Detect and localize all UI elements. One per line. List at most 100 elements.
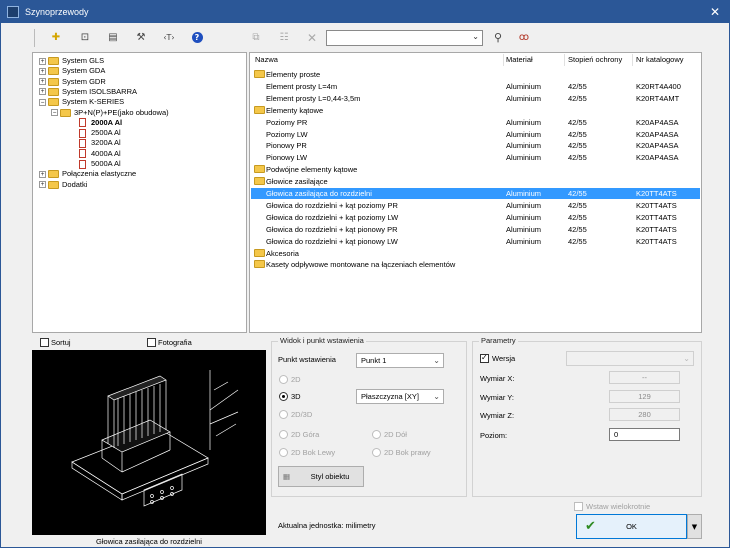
ok-dropdown-button[interactable]: ▼: [687, 514, 702, 539]
row-material: Aluminium: [506, 93, 542, 103]
expand-icon[interactable]: +: [39, 57, 46, 65]
tools-icon[interactable]: ⚒: [133, 30, 149, 46]
table-row[interactable]: Głowica zasilająca do rozdzielni Aluminiu…: [251, 188, 700, 199]
radio-2d-right[interactable]: [372, 448, 381, 457]
search-icon[interactable]: ⚲: [490, 30, 506, 46]
tree-item-label: 3200A Al: [91, 138, 121, 148]
tree-item[interactable]: + Połączenia elastyczne: [39, 169, 136, 179]
list-group-row[interactable]: Kasety odpływowe montowane na łączeniach…: [251, 259, 700, 270]
radio-3d[interactable]: [279, 392, 288, 401]
row-name: Akcesoria: [266, 248, 299, 258]
dim-y-label: Wymiar Y:: [480, 393, 514, 402]
list-group-row[interactable]: Elementy proste: [251, 69, 700, 80]
properties-icon[interactable]: ☷: [276, 30, 292, 46]
import-icon[interactable]: ⊡: [77, 30, 93, 46]
add-icon[interactable]: ✚: [48, 30, 64, 46]
catalog-tree[interactable]: + System GLS + System GDA + System GDR + System…: [32, 52, 247, 333]
collapse-icon[interactable]: −: [39, 98, 46, 106]
plane-select[interactable]: Płaszczyzna [XY] ⌄: [356, 389, 444, 404]
version-select[interactable]: ⌄: [566, 351, 694, 366]
radio-2d-left-label: 2D Bok Lewy: [291, 448, 336, 457]
copy-icon[interactable]: ⧉: [248, 30, 264, 46]
list-icon[interactable]: ▤: [105, 30, 121, 46]
dim-z-field[interactable]: 280: [609, 408, 680, 421]
table-row[interactable]: Głowica do rozdzielni + kąt pionowy PR Al…: [251, 224, 700, 235]
radio-2d-label: 2D: [291, 375, 301, 384]
table-row[interactable]: Poziomy PR Aluminium 42/55 K20AP4ASA: [251, 117, 700, 128]
plane-value: Płaszczyzna [XY]: [361, 392, 419, 401]
delete-icon[interactable]: ✕: [304, 30, 320, 46]
expand-icon[interactable]: +: [39, 67, 46, 75]
tree-item[interactable]: − 3P+N(P)+PE(jako obudowa): [51, 108, 169, 118]
radio-2d3d[interactable]: [279, 410, 288, 419]
column-header-catalog[interactable]: Nr katalogowy: [636, 53, 684, 67]
collapse-icon[interactable]: −: [51, 109, 58, 117]
tree-item[interactable]: 4000A Al: [79, 149, 121, 159]
list-group-row[interactable]: Akcesoria: [251, 248, 700, 259]
radio-2d-bottom[interactable]: [372, 430, 381, 439]
tree-item[interactable]: + Dodatki: [39, 180, 87, 190]
table-row[interactable]: Poziomy LW Aluminium 42/55 K20AP4ASA: [251, 129, 700, 140]
ok-button[interactable]: ✔ OK: [576, 514, 687, 539]
ok-label: OK: [626, 522, 637, 531]
column-header-material[interactable]: Materiał: [506, 53, 533, 67]
text-icon[interactable]: ‹T›: [161, 30, 177, 46]
column-header-protection[interactable]: Stopień ochrony: [568, 53, 622, 67]
expand-icon[interactable]: +: [39, 181, 46, 189]
table-row[interactable]: Głowica do rozdzielni + kąt pionowy LW Al…: [251, 236, 700, 247]
row-cat: K20AP4ASA: [636, 141, 679, 151]
close-icon[interactable]: ✕: [707, 4, 723, 20]
tree-item[interactable]: + System GDA: [39, 66, 105, 76]
radio-2d-top[interactable]: [279, 430, 288, 439]
radio-2d-left[interactable]: [279, 448, 288, 457]
table-row[interactable]: Element prosty L=4m Aluminium 42/55 K20RT4A…: [251, 81, 700, 92]
list-group-row[interactable]: Głowice zasilające: [251, 176, 700, 187]
table-row[interactable]: Głowica do rozdzielni + kąt poziomy PR Al…: [251, 200, 700, 211]
object-style-button[interactable]: ▦ Styl obiektu: [278, 466, 364, 487]
photo-checkbox[interactable]: [147, 338, 156, 347]
expand-icon[interactable]: +: [39, 78, 46, 86]
dim-z-label: Wymiar Z:: [480, 411, 515, 420]
expand-icon[interactable]: +: [39, 88, 46, 96]
tree-item[interactable]: 2000A Al: [79, 118, 122, 128]
row-name: Głowica do rozdzielni + kąt pionowy LW: [266, 236, 398, 246]
radio-2d3d-label: 2D/3D: [291, 410, 313, 419]
row-material: Aluminium: [506, 212, 542, 222]
row-cat: K20AP4ASA: [636, 129, 679, 139]
dim-x-field[interactable]: --: [609, 371, 680, 384]
tree-item-label: Dodatki: [62, 179, 88, 189]
multi-insert-checkbox[interactable]: [574, 502, 583, 511]
table-row[interactable]: Pionowy PR Aluminium 42/55 K20AP4ASA: [251, 140, 700, 151]
chevron-down-icon[interactable]: ⌄: [472, 32, 479, 41]
folder-icon: [254, 177, 265, 186]
list-group-row[interactable]: Podwójne elementy kątowe: [251, 164, 700, 175]
search-combo[interactable]: ⌄: [326, 30, 483, 46]
table-row[interactable]: Element prosty L=0,44-3,5m Aluminium 42/55…: [251, 93, 700, 104]
tree-item[interactable]: + System ISOLSBARRA: [39, 87, 137, 97]
column-header-name[interactable]: Nazwa: [255, 53, 278, 67]
row-name: Pionowy LW: [266, 153, 308, 163]
sort-checkbox[interactable]: [40, 338, 49, 347]
toolbar-grip: [34, 29, 35, 47]
tree-item[interactable]: 2500A Al: [79, 128, 121, 138]
tree-item[interactable]: + System GDR: [39, 77, 106, 87]
tree-item[interactable]: − System K-SERIES: [39, 97, 124, 107]
insert-point-select[interactable]: Punkt 1 ⌄: [356, 353, 444, 368]
version-checkbox[interactable]: ✓: [480, 353, 489, 363]
row-cat: K20TT4ATS: [636, 189, 677, 198]
tree-item[interactable]: + System GLS: [39, 56, 104, 66]
help-icon[interactable]: ?: [189, 30, 205, 46]
list-group-row[interactable]: Elementy kątowe: [251, 105, 700, 116]
row-name: Elementy kątowe: [266, 105, 324, 115]
row-ip: 42/55: [568, 141, 587, 151]
expand-icon[interactable]: +: [39, 170, 46, 178]
level-field[interactable]: 0: [609, 428, 680, 441]
table-row[interactable]: Pionowy LW Aluminium 42/55 K20AP4ASA: [251, 152, 700, 163]
table-row[interactable]: Głowica do rozdzielni + kąt poziomy LW Al…: [251, 212, 700, 223]
binoculars-icon[interactable]: ꝏ: [516, 30, 532, 46]
tree-item[interactable]: 5000A Al: [79, 159, 121, 169]
dim-y-field[interactable]: 129: [609, 390, 680, 403]
row-ip: 42/55: [568, 117, 587, 127]
tree-item[interactable]: 3200A Al: [79, 138, 121, 148]
radio-2d[interactable]: [279, 375, 288, 384]
